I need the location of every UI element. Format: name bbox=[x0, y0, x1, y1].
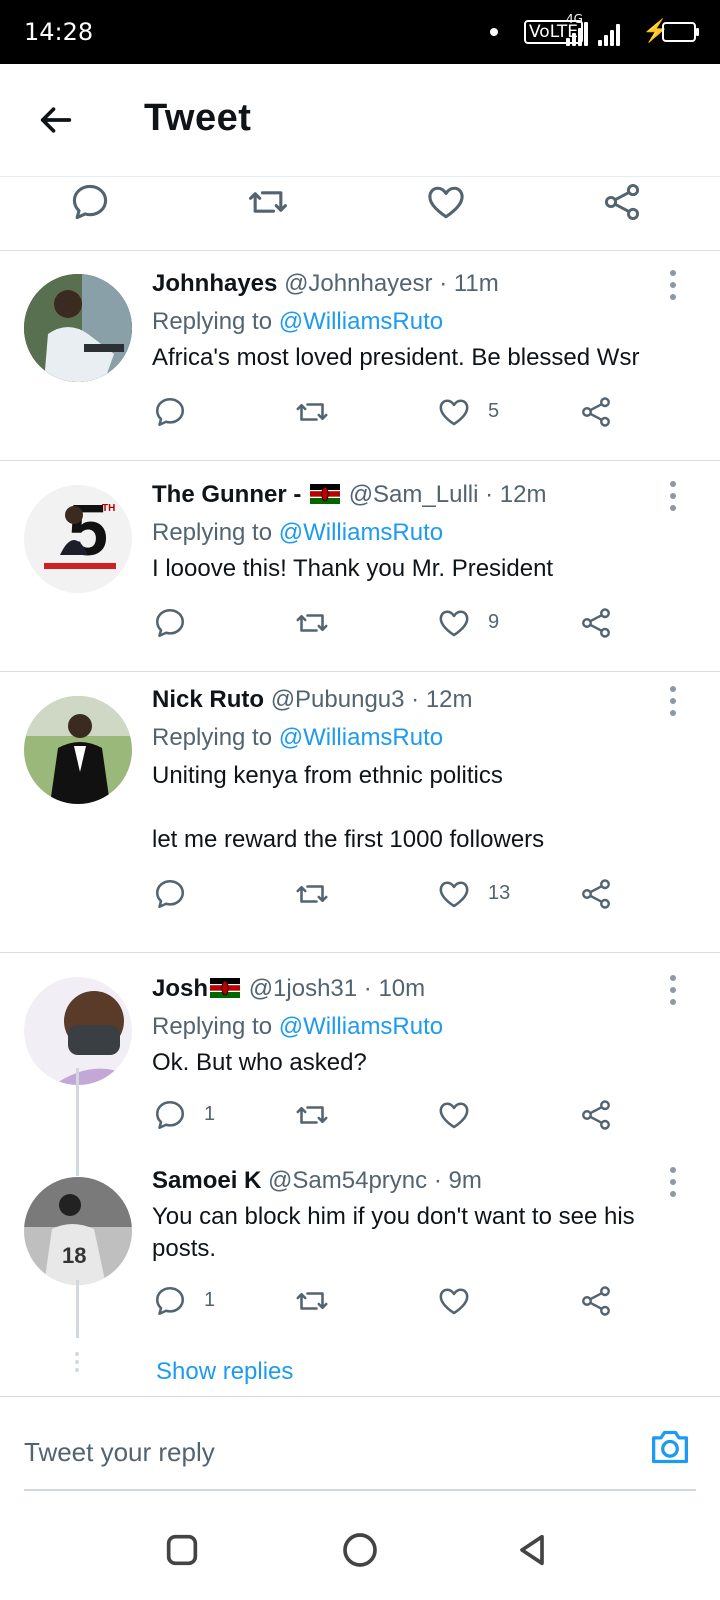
retweet-icon[interactable] bbox=[294, 394, 330, 430]
display-name[interactable]: Samoei K bbox=[152, 1167, 261, 1194]
tweet-text-line-2: let me reward the first 1000 followers bbox=[152, 826, 545, 853]
replying-label: Replying to bbox=[152, 1013, 273, 1040]
retweet-icon[interactable] bbox=[294, 876, 330, 912]
tweet-text: Africa's most loved president. Be blesse… bbox=[152, 344, 640, 371]
more-icon[interactable] bbox=[670, 481, 678, 517]
app-bar: Tweet bbox=[0, 64, 720, 177]
like-icon[interactable] bbox=[436, 1097, 472, 1133]
svg-text:18: 18 bbox=[62, 1243, 86, 1268]
more-icon[interactable] bbox=[670, 975, 678, 1011]
more-icon[interactable] bbox=[670, 1167, 678, 1203]
retweet-icon[interactable] bbox=[294, 1283, 330, 1319]
reply-icon[interactable] bbox=[152, 1283, 188, 1319]
status-bar: 14:28 VoLTE 4G ⚡ bbox=[0, 0, 720, 64]
kenya-flag-icon bbox=[310, 484, 340, 504]
share-icon[interactable] bbox=[578, 605, 614, 641]
reply-tweet[interactable]: Josh @1josh31 · 10m Replying to @William… bbox=[0, 953, 720, 1163]
reply-icon[interactable] bbox=[152, 876, 188, 912]
like-icon[interactable] bbox=[436, 1283, 472, 1319]
reply-tweet[interactable]: Johnhayes @Johnhayesr · 11m Replying to … bbox=[0, 250, 720, 461]
notification-dot-icon bbox=[490, 28, 498, 36]
retweet-icon[interactable] bbox=[294, 1097, 330, 1133]
camera-icon[interactable] bbox=[648, 1427, 692, 1467]
avatar[interactable] bbox=[24, 274, 132, 382]
mention-link[interactable]: @WilliamsRuto bbox=[279, 724, 443, 751]
handle[interactable]: @Johnhayesr bbox=[284, 270, 432, 297]
display-name[interactable]: Johnhayes bbox=[152, 270, 277, 297]
share-icon[interactable] bbox=[600, 180, 644, 224]
avatar[interactable] bbox=[24, 696, 132, 804]
reply-icon[interactable] bbox=[68, 180, 112, 224]
divider bbox=[24, 1489, 696, 1491]
back-nav-icon[interactable] bbox=[512, 1530, 552, 1570]
mention-link[interactable]: @WilliamsRuto bbox=[279, 308, 443, 335]
mention-link[interactable]: @WilliamsRuto bbox=[279, 1013, 443, 1040]
timestamp: · 9m bbox=[433, 1167, 482, 1194]
like-count: 5 bbox=[488, 400, 500, 422]
handle[interactable]: @Sam_Lulli bbox=[349, 481, 479, 508]
thread-line bbox=[76, 1068, 79, 1176]
more-icon[interactable] bbox=[670, 686, 678, 722]
timestamp: · 12m bbox=[485, 481, 547, 508]
reply-count: 1 bbox=[204, 1103, 216, 1125]
tweet-text: Uniting kenya from ethnic politics bbox=[152, 762, 503, 789]
home-icon[interactable] bbox=[340, 1530, 380, 1570]
tweet-text: I looove this! Thank you Mr. President bbox=[152, 555, 554, 582]
handle[interactable]: @1josh31 bbox=[249, 975, 357, 1002]
reply-tweet[interactable]: 5 TH The Gunner - @Sam_Lulli · 12m Replyi… bbox=[0, 461, 720, 672]
reply-composer: Tweet your reply bbox=[0, 1396, 720, 1493]
retweet-icon[interactable] bbox=[246, 180, 290, 224]
signal-strength-2-icon bbox=[598, 18, 624, 46]
share-icon[interactable] bbox=[578, 1097, 614, 1133]
svg-text:TH: TH bbox=[102, 503, 115, 514]
display-name[interactable]: The Gunner - bbox=[152, 481, 301, 508]
page-title: Tweet bbox=[144, 97, 252, 139]
avatar[interactable]: 18 bbox=[24, 1177, 132, 1285]
like-icon[interactable] bbox=[436, 605, 472, 641]
replying-label: Replying to bbox=[152, 308, 273, 335]
tweet-text: You can block him if you don't want to s… bbox=[152, 1203, 635, 1262]
reply-input[interactable]: Tweet your reply bbox=[24, 1437, 215, 1468]
like-count: 13 bbox=[488, 882, 511, 904]
handle[interactable]: @Pubungu3 bbox=[271, 686, 405, 713]
kenya-flag-icon bbox=[210, 978, 240, 998]
thread-line bbox=[76, 1280, 79, 1338]
display-name[interactable]: Nick Ruto bbox=[152, 686, 264, 713]
tweet-text: Ok. But who asked? bbox=[152, 1049, 367, 1076]
reply-icon[interactable] bbox=[152, 1097, 188, 1133]
share-icon[interactable] bbox=[578, 876, 614, 912]
timestamp: · 11m bbox=[439, 270, 499, 297]
handle[interactable]: @Sam54prync bbox=[268, 1167, 427, 1194]
replying-label: Replying to bbox=[152, 519, 273, 546]
more-icon[interactable] bbox=[670, 270, 678, 306]
share-icon[interactable] bbox=[578, 1283, 614, 1319]
retweet-icon[interactable] bbox=[294, 605, 330, 641]
reply-icon[interactable] bbox=[152, 605, 188, 641]
thread-dots-icon bbox=[75, 1352, 80, 1372]
status-time: 14:28 bbox=[24, 18, 94, 46]
reply-tweet[interactable]: Nick Ruto @Pubungu3 · 12m Replying to @W… bbox=[0, 672, 720, 953]
share-icon[interactable] bbox=[578, 394, 614, 430]
signal-strength-icon bbox=[566, 18, 588, 46]
like-icon[interactable] bbox=[436, 876, 472, 912]
like-icon[interactable] bbox=[436, 394, 472, 430]
back-arrow-icon[interactable] bbox=[36, 100, 76, 140]
like-icon[interactable] bbox=[424, 180, 468, 224]
display-name[interactable]: Josh bbox=[152, 975, 208, 1002]
mention-link[interactable]: @WilliamsRuto bbox=[279, 519, 443, 546]
battery-icon bbox=[662, 22, 699, 42]
reply-count: 1 bbox=[204, 1289, 216, 1311]
system-nav-bar bbox=[0, 1500, 720, 1600]
reply-icon[interactable] bbox=[152, 394, 188, 430]
show-replies-link[interactable]: Show replies bbox=[156, 1358, 293, 1386]
avatar[interactable]: 5 TH bbox=[24, 485, 132, 593]
timestamp: · 10m bbox=[363, 975, 426, 1002]
timestamp: · 12m bbox=[411, 686, 473, 713]
reply-tweet[interactable]: 18 Samoei K @Sam54prync · 9m You can blo… bbox=[0, 1163, 720, 1363]
replying-label: Replying to bbox=[152, 724, 273, 751]
main-tweet-actions bbox=[0, 176, 720, 251]
recents-icon[interactable] bbox=[162, 1530, 202, 1570]
like-count: 9 bbox=[488, 611, 500, 633]
